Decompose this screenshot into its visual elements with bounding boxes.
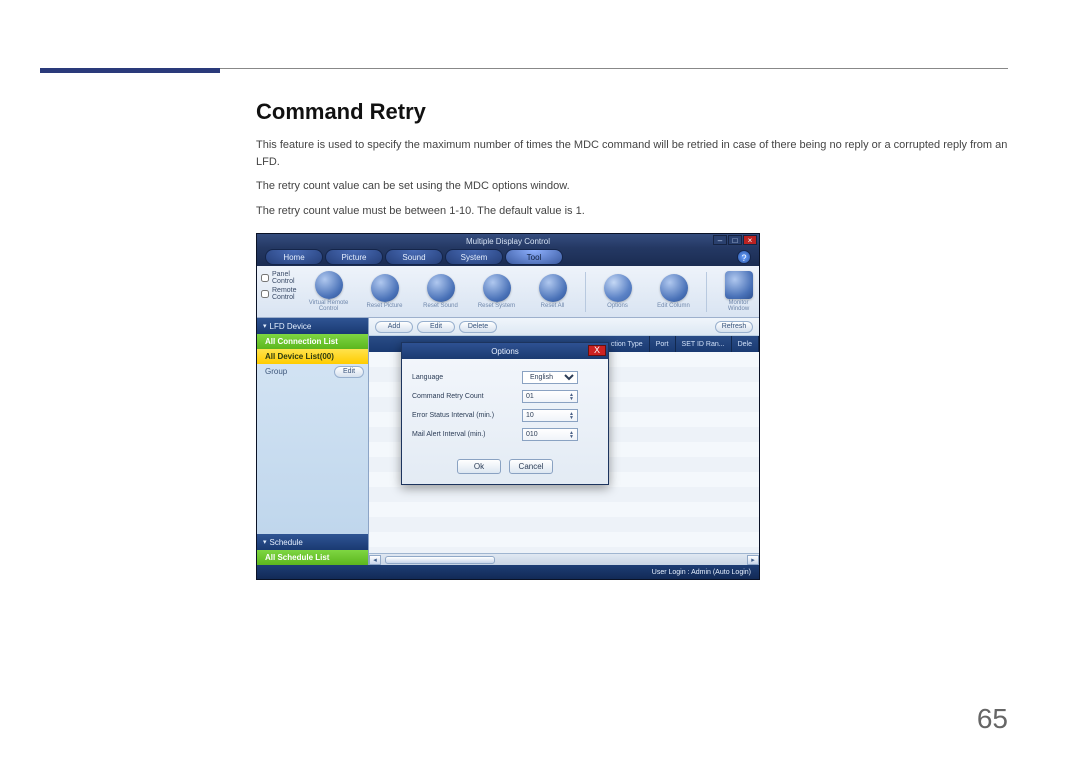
section-heading: Command Retry bbox=[256, 99, 1008, 125]
tool-strip: Panel Control Remote Control Virtual Remo… bbox=[257, 266, 759, 318]
header-accent-bar bbox=[40, 68, 220, 73]
edit-button[interactable]: Edit bbox=[417, 321, 455, 333]
scroll-thumb[interactable] bbox=[385, 556, 495, 564]
toolbar-label: Edit Column bbox=[657, 303, 690, 309]
toolbar-label: Reset All bbox=[541, 303, 565, 309]
dialog-title: Options bbox=[491, 347, 519, 356]
option-label: Error Status Interval (min.) bbox=[412, 412, 522, 419]
options-dialog: Options X LanguageEnglish Command Retry C… bbox=[401, 342, 609, 485]
menu-tab-system[interactable]: System bbox=[445, 249, 503, 265]
menu-bar: HomePictureSoundSystemTool? bbox=[257, 248, 759, 266]
spin-down-icon[interactable]: ▼ bbox=[569, 435, 574, 439]
reset-icon bbox=[539, 274, 567, 302]
maximize-button[interactable]: □ bbox=[728, 235, 742, 245]
sidebar-header-lfd[interactable]: LFD Device bbox=[257, 318, 368, 334]
check-remote-control[interactable]: Remote Control bbox=[261, 287, 297, 301]
toolbar-reset-all[interactable]: Reset All bbox=[529, 274, 577, 309]
sidebar-item-group[interactable]: Group Edit bbox=[257, 364, 368, 379]
spin-down-icon[interactable]: ▼ bbox=[569, 397, 574, 401]
help-button[interactable]: ? bbox=[737, 250, 751, 264]
column-header[interactable]: Dele bbox=[732, 336, 759, 352]
reset-icon bbox=[371, 274, 399, 302]
menu-tab-picture[interactable]: Picture bbox=[325, 249, 383, 265]
option-row-command-retry-count: Command Retry Count01▲▼ bbox=[412, 390, 598, 403]
toolbar-options[interactable]: Options bbox=[594, 274, 642, 309]
toolbar-label: Options bbox=[607, 303, 628, 309]
toolbar-label: Reset Picture bbox=[367, 303, 403, 309]
toolbar-monitor[interactable]: Monitor Window bbox=[715, 271, 760, 312]
sidebar: LFD Device All Connection List All Devic… bbox=[257, 318, 369, 565]
action-bar: Add Edit Delete Refresh bbox=[369, 318, 759, 336]
toolbar-label: Reset Sound bbox=[423, 303, 458, 309]
sidebar-group-edit-button[interactable]: Edit bbox=[334, 366, 364, 378]
option-row-mail-alert-interval-min-: Mail Alert Interval (min.)010▲▼ bbox=[412, 428, 598, 441]
reset-icon bbox=[660, 274, 688, 302]
menu-tab-sound[interactable]: Sound bbox=[385, 249, 443, 265]
column-header[interactable]: Port bbox=[650, 336, 676, 352]
sidebar-item-all-device[interactable]: All Device List(00) bbox=[257, 349, 368, 364]
sidebar-header-schedule[interactable]: Schedule bbox=[257, 534, 368, 550]
number-input[interactable]: 10▲▼ bbox=[522, 409, 578, 422]
reset-icon bbox=[427, 274, 455, 302]
toolbar-label: Reset System bbox=[478, 303, 515, 309]
option-row-language: LanguageEnglish bbox=[412, 371, 598, 384]
sidebar-item-all-connection[interactable]: All Connection List bbox=[257, 334, 368, 349]
status-text: User Login : Admin (Auto Login) bbox=[652, 569, 751, 576]
option-row-error-status-interval-min-: Error Status Interval (min.)10▲▼ bbox=[412, 409, 598, 422]
menu-tab-home[interactable]: Home bbox=[265, 249, 323, 265]
toolbar-edit-column[interactable]: Edit Column bbox=[650, 274, 698, 309]
spin-down-icon[interactable]: ▼ bbox=[569, 416, 574, 420]
app-screenshot: Multiple Display Control – □ × HomePictu… bbox=[256, 233, 760, 580]
menu-tab-tool[interactable]: Tool bbox=[505, 249, 563, 265]
dialog-close-button[interactable]: X bbox=[588, 345, 606, 356]
toolbar-reset-picture[interactable]: Reset Picture bbox=[361, 274, 409, 309]
dialog-ok-button[interactable]: Ok bbox=[457, 459, 501, 474]
dialog-titlebar: Options X bbox=[402, 343, 608, 359]
option-label: Command Retry Count bbox=[412, 393, 522, 400]
monitor-icon bbox=[725, 271, 753, 299]
toolbar-label: Monitor Window bbox=[728, 300, 749, 312]
dialog-cancel-button[interactable]: Cancel bbox=[509, 459, 553, 474]
column-header[interactable]: ction Type bbox=[605, 336, 650, 352]
gear-icon bbox=[604, 274, 632, 302]
window-titlebar: Multiple Display Control – □ × bbox=[257, 234, 759, 248]
toolbar-label: Virtual Remote Control bbox=[309, 300, 349, 312]
page-number: 65 bbox=[977, 703, 1008, 735]
delete-button[interactable]: Delete bbox=[459, 321, 497, 333]
reset-icon bbox=[315, 271, 343, 299]
number-input[interactable]: 010▲▼ bbox=[522, 428, 578, 441]
check-panel-control[interactable]: Panel Control bbox=[261, 271, 297, 285]
paragraph-1: This feature is used to specify the maxi… bbox=[256, 137, 1008, 170]
toolbar-reset-sound[interactable]: Reset Sound bbox=[417, 274, 465, 309]
number-input[interactable]: 01▲▼ bbox=[522, 390, 578, 403]
horizontal-scrollbar[interactable]: ◂ ▸ bbox=[369, 553, 759, 565]
minimize-button[interactable]: – bbox=[713, 235, 727, 245]
add-button[interactable]: Add bbox=[375, 321, 413, 333]
scroll-left-icon[interactable]: ◂ bbox=[369, 555, 381, 565]
refresh-button[interactable]: Refresh bbox=[715, 321, 753, 333]
option-label: Language bbox=[412, 374, 522, 381]
status-bar: User Login : Admin (Auto Login) bbox=[257, 565, 759, 579]
window-title: Multiple Display Control bbox=[466, 237, 550, 246]
sidebar-group-label: Group bbox=[265, 367, 287, 376]
reset-icon bbox=[483, 274, 511, 302]
paragraph-3: The retry count value must be between 1-… bbox=[256, 203, 1008, 220]
column-header[interactable]: SET ID Ran... bbox=[676, 336, 732, 352]
option-label: Mail Alert Interval (min.) bbox=[412, 431, 522, 438]
language-select[interactable]: English bbox=[522, 371, 578, 384]
paragraph-2: The retry count value can be set using t… bbox=[256, 178, 1008, 195]
toolbar-reset-system[interactable]: Reset System bbox=[473, 274, 521, 309]
scroll-right-icon[interactable]: ▸ bbox=[747, 555, 759, 565]
sidebar-item-all-schedule[interactable]: All Schedule List bbox=[257, 550, 368, 565]
toolbar-virtual-remote[interactable]: Virtual Remote Control bbox=[305, 271, 353, 312]
close-button[interactable]: × bbox=[743, 235, 757, 245]
